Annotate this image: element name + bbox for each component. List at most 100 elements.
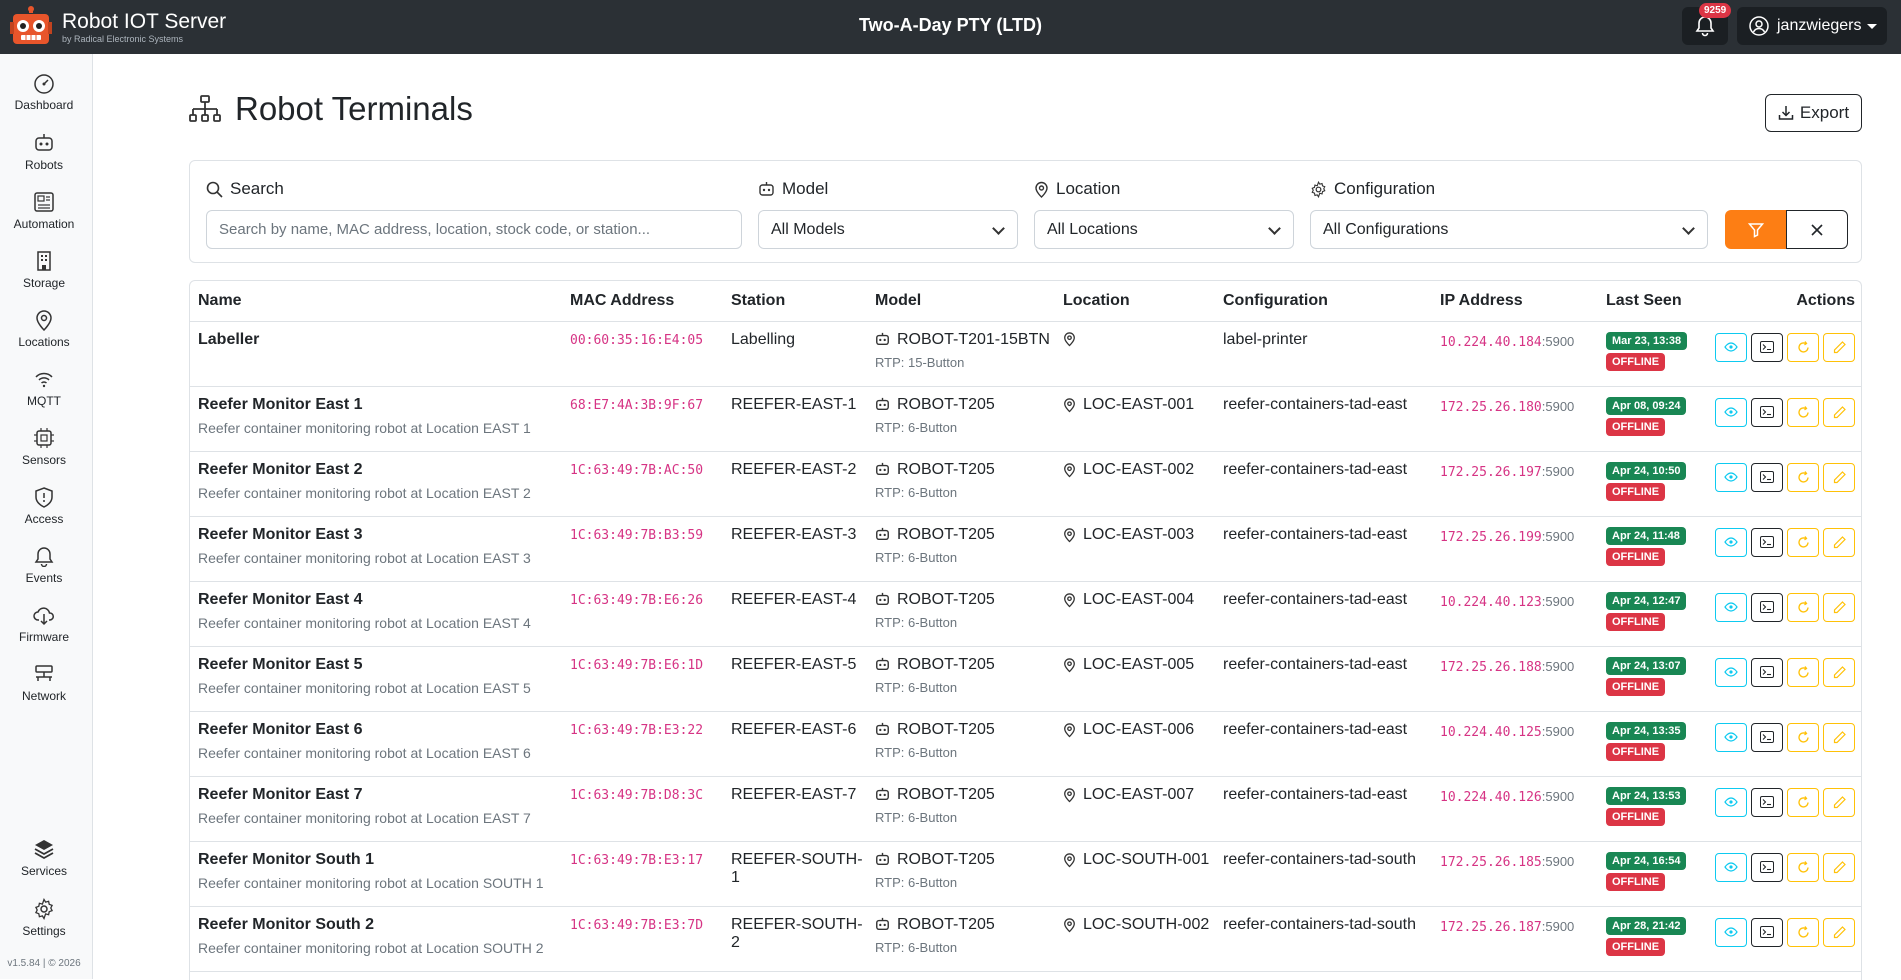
edit-button[interactable] bbox=[1823, 852, 1855, 882]
dashboard-icon bbox=[34, 74, 54, 94]
terminal-name[interactable]: Reefer Monitor East 2 bbox=[198, 461, 562, 479]
terminal-button[interactable] bbox=[1751, 787, 1783, 817]
column-header-configuration[interactable]: Configuration bbox=[1215, 281, 1432, 322]
sidebar-item-storage[interactable]: Storage bbox=[0, 250, 88, 290]
view-button[interactable] bbox=[1715, 592, 1747, 622]
restart-button[interactable] bbox=[1787, 852, 1819, 882]
restart-button[interactable] bbox=[1787, 722, 1819, 752]
sidebar-item-events[interactable]: Events bbox=[0, 545, 88, 585]
edit-button[interactable] bbox=[1823, 527, 1855, 557]
view-button[interactable] bbox=[1715, 722, 1747, 752]
table-row[interactable]: Reefer Monitor East 2 Reefer container mo… bbox=[190, 451, 1861, 517]
terminal-button[interactable] bbox=[1751, 527, 1783, 557]
view-button[interactable] bbox=[1715, 332, 1747, 362]
brand[interactable]: Robot IOT Server by Radical Electronic S… bbox=[10, 6, 226, 48]
edit-button[interactable] bbox=[1823, 917, 1855, 947]
restart-button[interactable] bbox=[1787, 332, 1819, 362]
column-header-actions: Actions bbox=[1702, 281, 1861, 322]
table-row[interactable]: Reefer Monitor South 1 Reefer container m… bbox=[190, 841, 1861, 907]
status-badge: OFFLINE bbox=[1606, 612, 1666, 631]
location-select[interactable]: All Locations bbox=[1034, 210, 1294, 249]
apply-filter-button[interactable] bbox=[1725, 210, 1786, 249]
view-button[interactable] bbox=[1715, 657, 1747, 687]
terminal-name[interactable]: Reefer Monitor South 1 bbox=[198, 851, 562, 869]
edit-button[interactable] bbox=[1823, 462, 1855, 492]
terminal-button[interactable] bbox=[1751, 917, 1783, 947]
sidebar-item-sensors[interactable]: Sensors bbox=[0, 427, 88, 467]
sidebar-item-label: Access bbox=[24, 512, 64, 526]
sidebar-item-dashboard[interactable]: Dashboard bbox=[0, 72, 88, 112]
terminal-button[interactable] bbox=[1751, 397, 1783, 427]
table-row[interactable]: Reefer Monitor East 4 Reefer container mo… bbox=[190, 581, 1861, 647]
column-header-mac[interactable]: MAC Address bbox=[562, 281, 723, 322]
terminal-button[interactable] bbox=[1751, 592, 1783, 622]
table-row[interactable]: Labeller 00:60:35:16:E4:05 Labelling ROB… bbox=[190, 321, 1861, 387]
terminal-name[interactable]: Reefer Monitor East 3 bbox=[198, 526, 562, 544]
sidebar-item-locations[interactable]: Locations bbox=[0, 309, 88, 349]
sidebar-item-robots[interactable]: Robots bbox=[0, 132, 88, 172]
restart-button[interactable] bbox=[1787, 462, 1819, 492]
model-select[interactable]: All Models bbox=[758, 210, 1018, 249]
terminal-name[interactable]: Reefer Monitor East 7 bbox=[198, 786, 562, 804]
terminal-button[interactable] bbox=[1751, 852, 1783, 882]
terminal-button[interactable] bbox=[1751, 332, 1783, 362]
terminal-name[interactable]: Reefer Monitor East 6 bbox=[198, 721, 562, 739]
edit-button[interactable] bbox=[1823, 787, 1855, 817]
column-header-name[interactable]: Name bbox=[190, 281, 562, 322]
configuration-select[interactable]: All Configurations bbox=[1310, 210, 1708, 249]
terminal-button[interactable] bbox=[1751, 657, 1783, 687]
refresh-icon bbox=[1797, 925, 1809, 938]
view-button[interactable] bbox=[1715, 852, 1747, 882]
edit-button[interactable] bbox=[1823, 592, 1855, 622]
restart-button[interactable] bbox=[1787, 527, 1819, 557]
restart-button[interactable] bbox=[1787, 397, 1819, 427]
user-menu-button[interactable]: janzwiegers bbox=[1737, 7, 1887, 45]
restart-button[interactable] bbox=[1787, 787, 1819, 817]
table-row[interactable]: Reefer Monitor East 7 Reefer container mo… bbox=[190, 776, 1861, 842]
sidebar-item-network[interactable]: Network bbox=[0, 663, 88, 703]
table-row[interactable]: Reefer Monitor East 5 Reefer container mo… bbox=[190, 646, 1861, 712]
view-button[interactable] bbox=[1715, 917, 1747, 947]
view-button[interactable] bbox=[1715, 397, 1747, 427]
terminal-button[interactable] bbox=[1751, 722, 1783, 752]
table-row[interactable]: Reefer Monitor East 6 Reefer container mo… bbox=[190, 711, 1861, 777]
edit-button[interactable] bbox=[1823, 722, 1855, 752]
column-header-location[interactable]: Location bbox=[1055, 281, 1215, 322]
page-header: Robot Terminals bbox=[189, 90, 473, 128]
view-button[interactable] bbox=[1715, 462, 1747, 492]
table-row[interactable]: Reefer Monitor East 1 Reefer container mo… bbox=[190, 386, 1861, 452]
table-row[interactable]: Reefer Monitor South 2 Reefer container m… bbox=[190, 906, 1861, 972]
sidebar-item-firmware[interactable]: Firmware bbox=[0, 604, 88, 644]
terminal-button[interactable] bbox=[1751, 462, 1783, 492]
sidebar-item-settings[interactable]: Settings bbox=[0, 898, 88, 938]
sidebar-item-automation[interactable]: Automation bbox=[0, 191, 88, 231]
column-header-station[interactable]: Station bbox=[723, 281, 867, 322]
sidebar-item-services[interactable]: Services bbox=[0, 838, 88, 878]
export-button[interactable]: Export bbox=[1765, 94, 1862, 132]
column-header-ip[interactable]: IP Address bbox=[1432, 281, 1598, 322]
search-input[interactable]: Search by name, MAC address, location, s… bbox=[206, 210, 742, 249]
terminal-name[interactable]: Labeller bbox=[198, 331, 562, 349]
terminal-name[interactable]: Reefer Monitor East 4 bbox=[198, 591, 562, 609]
model-label: Model bbox=[758, 179, 828, 199]
column-header-last-seen[interactable]: Last Seen bbox=[1598, 281, 1702, 322]
terminal-name[interactable]: Reefer Monitor South 2 bbox=[198, 916, 562, 934]
restart-button[interactable] bbox=[1787, 917, 1819, 947]
sidebar-item-mqtt[interactable]: MQTT bbox=[0, 368, 88, 408]
location: LOC-SOUTH-002 bbox=[1083, 915, 1210, 933]
edit-button[interactable] bbox=[1823, 657, 1855, 687]
view-button[interactable] bbox=[1715, 527, 1747, 557]
refresh-icon bbox=[1797, 665, 1809, 678]
terminal-name[interactable]: Reefer Monitor East 5 bbox=[198, 656, 562, 674]
rtp-type: RTP: 6-Button bbox=[875, 484, 958, 500]
edit-button[interactable] bbox=[1823, 397, 1855, 427]
clear-filter-button[interactable] bbox=[1786, 210, 1848, 249]
column-header-model[interactable]: Model bbox=[867, 281, 1055, 322]
restart-button[interactable] bbox=[1787, 657, 1819, 687]
sidebar-item-access[interactable]: Access bbox=[0, 486, 88, 526]
view-button[interactable] bbox=[1715, 787, 1747, 817]
edit-button[interactable] bbox=[1823, 332, 1855, 362]
table-row[interactable]: Reefer Monitor East 3 Reefer container mo… bbox=[190, 516, 1861, 582]
restart-button[interactable] bbox=[1787, 592, 1819, 622]
terminal-name[interactable]: Reefer Monitor East 1 bbox=[198, 396, 562, 414]
